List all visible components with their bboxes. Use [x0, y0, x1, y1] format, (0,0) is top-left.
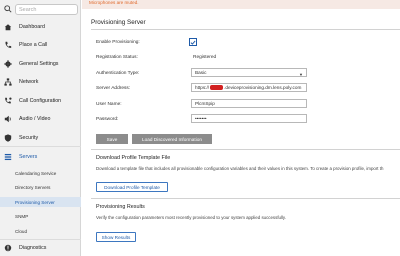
sidebar-item-dashboard[interactable]: Dashboard — [0, 20, 81, 34]
sidebar-subitem-label: Cloud — [15, 228, 28, 234]
shield-icon — [4, 134, 12, 142]
main-content: Microphones are muted. Provisioning Serv… — [82, 0, 400, 256]
sidebar-item-general-settings[interactable]: General Settings — [0, 57, 81, 71]
sidebar-item-label: Diagnostics — [19, 245, 47, 251]
show-results-button[interactable]: Show Results — [96, 232, 136, 242]
title-divider — [91, 29, 400, 30]
sidebar-item-security[interactable]: Security — [0, 131, 81, 145]
gear-icon — [4, 60, 12, 68]
password-value: ••••••• — [195, 116, 207, 121]
registration-status-value: Registered — [193, 55, 217, 60]
search-box — [3, 4, 78, 15]
server-address-prefix: https:// — [195, 85, 210, 90]
sidebar-item-servers[interactable]: Servers — [0, 150, 81, 164]
enable-provisioning-label: Enable Provisioning: — [96, 40, 140, 45]
sidebar: Dashboard Place a Call General Settings … — [0, 0, 81, 256]
sidebar-item-audio-video[interactable]: Audio / Video — [0, 112, 81, 126]
enable-provisioning-checkbox[interactable] — [189, 38, 197, 46]
section-divider — [91, 198, 400, 199]
password-label: Password: — [96, 117, 119, 122]
sidebar-subitem-snmp[interactable]: SNMP — [0, 211, 81, 221]
show-results-button-label: Show Results — [101, 234, 131, 240]
sidebar-divider — [0, 239, 81, 240]
alert-banner: Microphones are muted. — [82, 0, 400, 9]
sidebar-subitem-label: Directory Servers — [15, 184, 51, 190]
server-address-input[interactable]: https:// .deviceprovisioning.dm.lens.poly… — [191, 83, 307, 92]
speaker-icon — [4, 115, 11, 123]
load-discovered-information-button[interactable]: Load Discovered Information — [132, 134, 212, 144]
diagnostics-icon — [4, 244, 12, 252]
home-icon — [4, 24, 12, 31]
sidebar-item-label: Security — [19, 135, 39, 141]
save-button[interactable]: Save — [96, 134, 128, 144]
authentication-type-value: Basic — [195, 70, 207, 75]
sidebar-subitem-label: Provisioning Server — [15, 199, 55, 205]
sidebar-item-label: General Settings — [19, 61, 59, 67]
servers-icon — [4, 153, 12, 161]
sidebar-subitem-label: Calendaring Service — [15, 170, 57, 176]
results-description: Verify the configuration parameters most… — [96, 215, 287, 220]
authentication-type-select[interactable]: Basic ▼ — [191, 68, 307, 77]
server-address-label: Server Address: — [96, 86, 131, 91]
sidebar-divider — [0, 146, 81, 147]
sidebar-subitem-cloud[interactable]: Cloud — [0, 226, 81, 236]
password-input[interactable]: ••••••• — [191, 114, 307, 123]
sidebar-item-diagnostics[interactable]: Diagnostics — [0, 241, 81, 255]
save-button-label: Save — [106, 136, 118, 142]
sidebar-subitem-calendaring-service[interactable]: Calendaring Service — [0, 168, 81, 178]
checkmark-icon — [190, 40, 196, 45]
sidebar-subitem-directory-servers[interactable]: Directory Servers — [0, 182, 81, 192]
sidebar-item-place-a-call[interactable]: Place a Call — [0, 38, 81, 52]
alert-text: Microphones are muted. — [89, 0, 139, 5]
download-section-title: Download Profile Template File — [96, 155, 171, 161]
sidebar-item-label: Audio / Video — [19, 116, 51, 122]
load-button-label: Load Discovered Information — [142, 136, 202, 142]
server-address-suffix: .deviceprovisioning.dm.lens.poly.com — [224, 85, 302, 90]
phone-icon — [5, 41, 12, 48]
download-profile-template-button[interactable]: Download Profile Template — [96, 182, 168, 192]
download-button-label: Download Profile Template — [104, 184, 160, 190]
sidebar-item-call-configuration[interactable]: Call Configuration — [0, 94, 81, 108]
page-title: Provisioning Server — [91, 19, 146, 26]
sidebar-subitem-provisioning-server[interactable]: Provisioning Server — [0, 197, 81, 207]
registration-status-label: Registration Status: — [96, 55, 138, 60]
network-icon — [4, 78, 12, 86]
chevron-down-icon: ▼ — [299, 72, 303, 77]
sidebar-subitem-label: SNMP — [15, 213, 29, 219]
search-icon — [4, 5, 12, 13]
results-section-title: Provisioning Results — [96, 204, 145, 210]
user-name-label: User Name: — [96, 102, 122, 107]
redaction-mark — [210, 85, 224, 90]
user-name-input[interactable]: PlcmSpip — [191, 99, 307, 108]
sidebar-item-network[interactable]: Network — [0, 75, 81, 89]
user-name-value: PlcmSpip — [195, 101, 215, 106]
sidebar-item-label: Place a Call — [19, 42, 48, 48]
sidebar-item-label: Call Configuration — [19, 98, 62, 104]
call-config-icon — [5, 97, 12, 104]
section-divider — [91, 149, 400, 150]
search-input[interactable] — [15, 4, 78, 15]
download-description: Download a template file that includes a… — [96, 166, 384, 171]
authentication-type-label: Authentication Type: — [96, 71, 140, 76]
sidebar-item-label: Dashboard — [19, 24, 45, 30]
sidebar-item-label: Servers — [19, 154, 38, 160]
sidebar-item-label: Network — [19, 79, 39, 85]
